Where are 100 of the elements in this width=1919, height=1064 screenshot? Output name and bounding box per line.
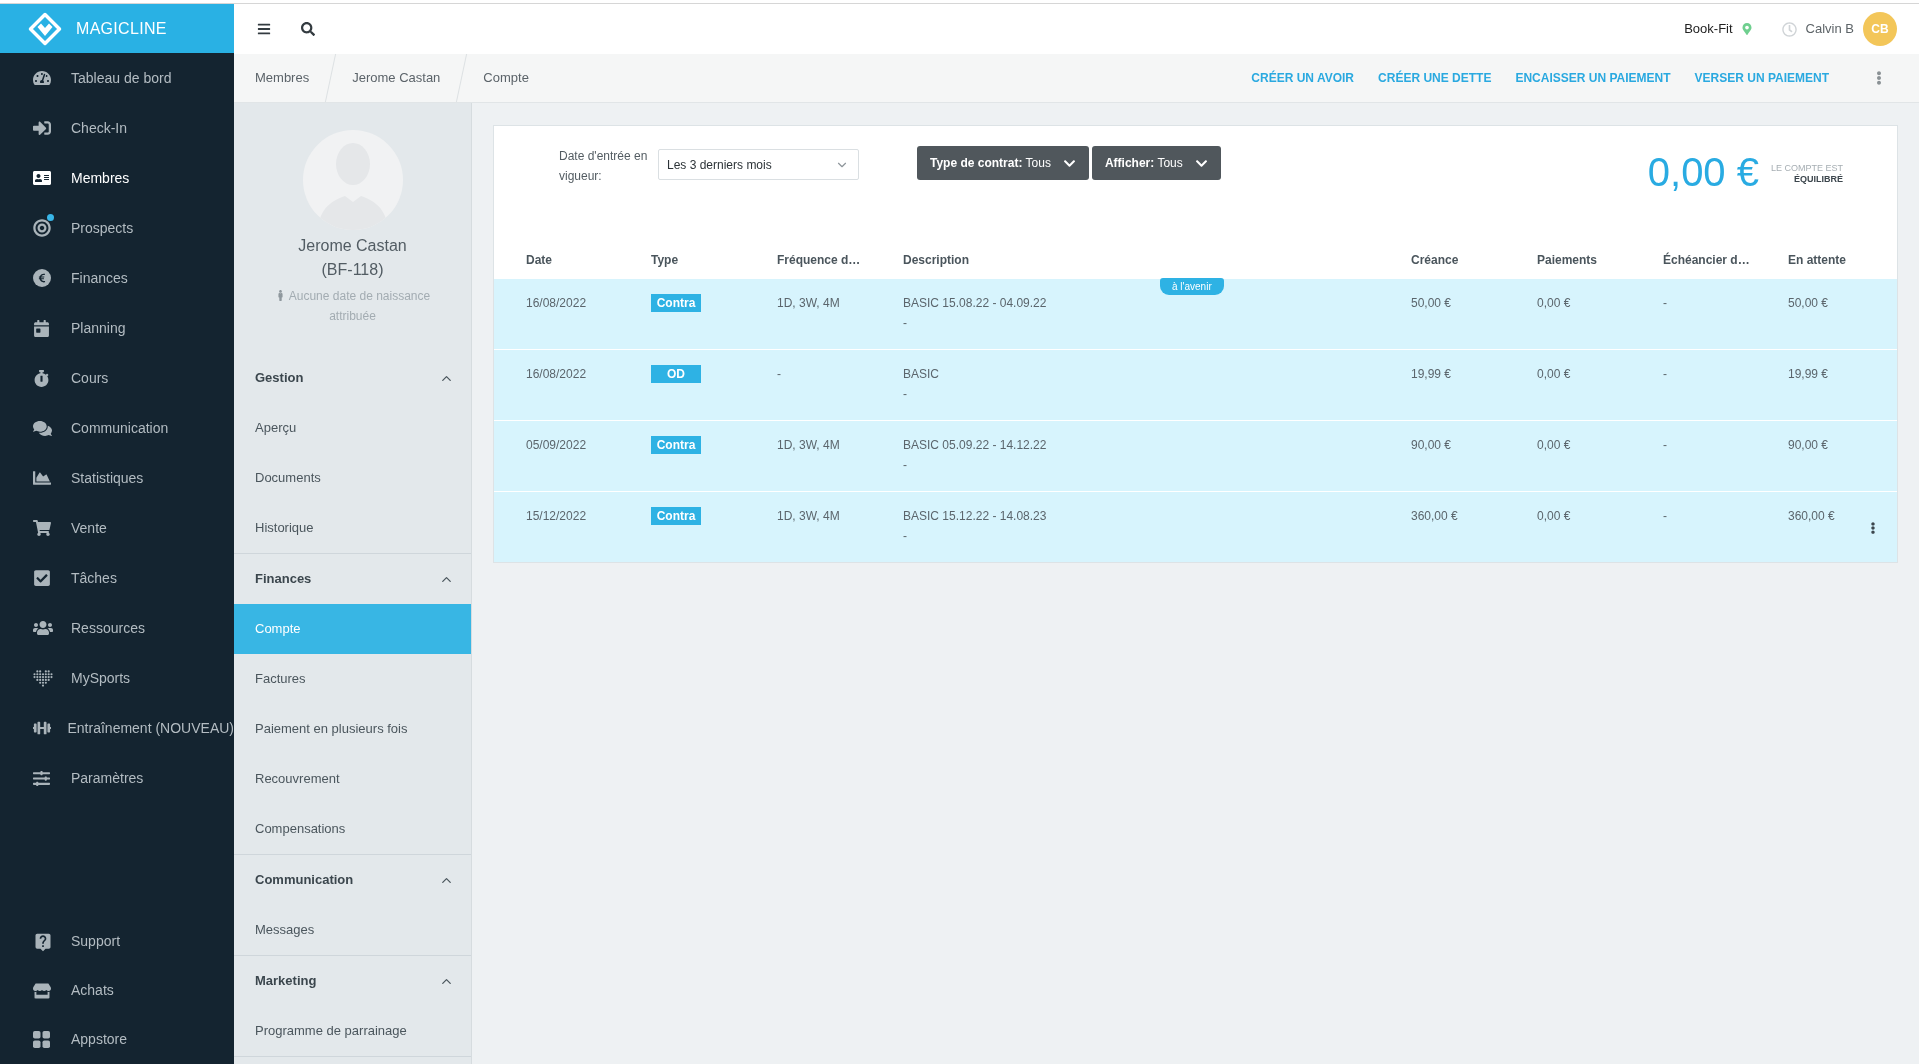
nav-item[interactable]: Ressources	[0, 603, 234, 653]
nav-item[interactable]: Prospects	[0, 203, 234, 253]
breadcrumb-link[interactable]: Jerome Castan	[331, 68, 462, 88]
table-row[interactable]: 16/08/2022 OD - BASIC - 19,99 € 0,00 € - 19,99 €	[494, 349, 1897, 420]
nav-item[interactable]: Vente	[0, 503, 234, 553]
submenu-item[interactable]: Factures	[234, 654, 471, 704]
nav-item[interactable]: Communication	[0, 403, 234, 453]
column-header[interactable]: En attente	[1788, 250, 1846, 269]
balance-status-label: LE COMPTE EST	[1771, 163, 1843, 174]
table-row[interactable]: 15/12/2022 Contra 1D, 3W, 4M BASIC 15.12.22 - 14.08.23 - 360,00 € 0,00 € - 360,00 €	[494, 491, 1897, 562]
member-id: (BF-118)	[321, 260, 384, 280]
table-cell-text: 16/08/2022	[526, 366, 587, 383]
section-header[interactable]: Finances	[234, 554, 471, 604]
diamond-logo-icon	[28, 11, 62, 46]
stopwatch-icon	[33, 369, 50, 387]
description-note: -	[903, 386, 907, 403]
type-badge: Contra	[651, 294, 701, 312]
dumbbell-icon	[33, 719, 51, 737]
filter-dropdown-button[interactable]: Afficher: Tous	[1091, 146, 1221, 180]
date-range-select[interactable]: Les 3 derniers mois	[658, 149, 859, 180]
type-badge: OD	[651, 365, 701, 383]
table-cell-text: 0,00 €	[1537, 508, 1571, 525]
table-cell-text: 0,00 €	[1537, 295, 1571, 312]
table-cell-text: -	[1663, 295, 1667, 312]
table-cell-text: 19,99 €	[1411, 366, 1452, 383]
filter-dropdown-button[interactable]: Type de contrat: Tous	[917, 146, 1089, 180]
table-cell-text: 15/12/2022	[526, 508, 587, 525]
search-icon	[301, 22, 315, 36]
chat-bubbles-icon	[33, 418, 52, 438]
table-cell-text: -	[1663, 437, 1667, 454]
nav-item[interactable]: Achats	[0, 966, 234, 1015]
area-chart-icon	[33, 469, 51, 487]
nav-item[interactable]: Entraînement (NOUVEAU)	[0, 703, 234, 753]
submenu-item[interactable]: Recouvrement	[234, 754, 471, 804]
nav-item[interactable]: Paramètres	[0, 753, 234, 803]
column-header[interactable]: Date	[526, 250, 552, 269]
balance-amount: 0,00 €	[1647, 149, 1759, 196]
user-name: Calvin B	[1805, 20, 1854, 39]
submenu-item[interactable]: Messages	[234, 905, 471, 955]
submenu-item[interactable]: Aperçu	[234, 403, 471, 453]
column-header[interactable]: Créance	[1411, 250, 1459, 269]
submenu-item[interactable]: Documents	[234, 453, 471, 503]
nav-item[interactable]: Statistiques	[0, 453, 234, 503]
table-cell-text: 1D, 3W, 4M	[777, 508, 840, 525]
column-header[interactable]: Type	[651, 250, 679, 269]
sliders-icon	[33, 769, 50, 787]
nav-item[interactable]: Tableau de bord	[0, 53, 234, 103]
column-header[interactable]: Fréquence d…	[777, 250, 861, 269]
table-cell-text: 0,00 €	[1537, 366, 1571, 383]
help-bubble-icon	[33, 931, 53, 952]
description-text: BASIC 15.08.22 - 04.09.22	[903, 295, 1047, 312]
nav-item[interactable]: Planning	[0, 303, 234, 353]
contact-card-icon	[33, 169, 51, 187]
table-cell-text: 360,00 €	[1411, 508, 1458, 525]
description-note: -	[903, 528, 907, 545]
nav-item[interactable]: Cours	[0, 353, 234, 403]
table-row[interactable]: à l'avenir 16/08/2022 Contra 1D, 3W, 4M BASIC 15.08.22 - 04.09.22 - 50,00 € 0,00 € - 50,00 €	[494, 278, 1897, 349]
birthdate-note: Aucune date de naissance attribuée	[288, 289, 431, 323]
submenu-item[interactable]: Programme de parrainage	[234, 1006, 471, 1056]
grid-icon	[33, 1031, 50, 1048]
date-filter-label: Date d'entrée en vigueur:	[559, 148, 649, 185]
table-row[interactable]: 05/09/2022 Contra 1D, 3W, 4M BASIC 05.09.22 - 14.12.22 - 90,00 € 0,00 € - 90,00 €	[494, 420, 1897, 491]
location-name: Book-Fit	[1684, 20, 1733, 39]
section-header[interactable]: Communication	[234, 855, 471, 905]
nav-item[interactable]: MySports	[0, 653, 234, 703]
store-icon	[33, 981, 51, 1000]
submenu-item[interactable]: Historique	[234, 503, 471, 553]
section-header[interactable]: Marketing	[234, 956, 471, 1006]
column-header[interactable]: Paiements	[1537, 250, 1598, 269]
nav-item[interactable]: Membres	[0, 153, 234, 203]
nav-item[interactable]: Support	[0, 917, 234, 966]
nav-item[interactable]: Tâches	[0, 553, 234, 603]
submenu-item[interactable]: Paiement en plusieurs fois	[234, 704, 471, 754]
menu-icon	[257, 22, 271, 36]
column-header[interactable]: Description	[903, 250, 969, 269]
table-cell-text: 19,99 €	[1788, 366, 1829, 383]
brand-name: MAGICLINE	[76, 18, 167, 39]
table-cell-text: 0,00 €	[1537, 437, 1571, 454]
clock-icon	[1781, 21, 1797, 37]
nav-item[interactable]: Check-In	[0, 103, 234, 153]
table-cell-text: 50,00 €	[1411, 295, 1452, 312]
nav-item[interactable]: Finances	[0, 253, 234, 303]
breadcrumb-link[interactable]: Membres	[234, 68, 331, 88]
section-header[interactable]: Gestion	[234, 353, 471, 403]
gauge-icon	[33, 69, 51, 87]
map-pin-icon	[1740, 23, 1753, 35]
calendar-icon	[33, 319, 50, 337]
type-badge: Contra	[651, 507, 701, 525]
checkbox-icon	[33, 569, 51, 587]
future-tag: à l'avenir	[1160, 278, 1224, 295]
column-header[interactable]: Échéancier d…	[1663, 250, 1750, 269]
target-icon	[33, 219, 51, 237]
table-cell-text: -	[1663, 508, 1667, 525]
breadcrumb-link[interactable]: Compte	[462, 68, 550, 88]
table-cell-text: 1D, 3W, 4M	[777, 437, 840, 454]
description-text: BASIC	[903, 366, 939, 383]
nav-item[interactable]: Appstore	[0, 1015, 234, 1064]
table-cell-text: 16/08/2022	[526, 295, 587, 312]
submenu-item[interactable]: Compensations	[234, 804, 471, 854]
sign-in-icon	[33, 119, 51, 137]
